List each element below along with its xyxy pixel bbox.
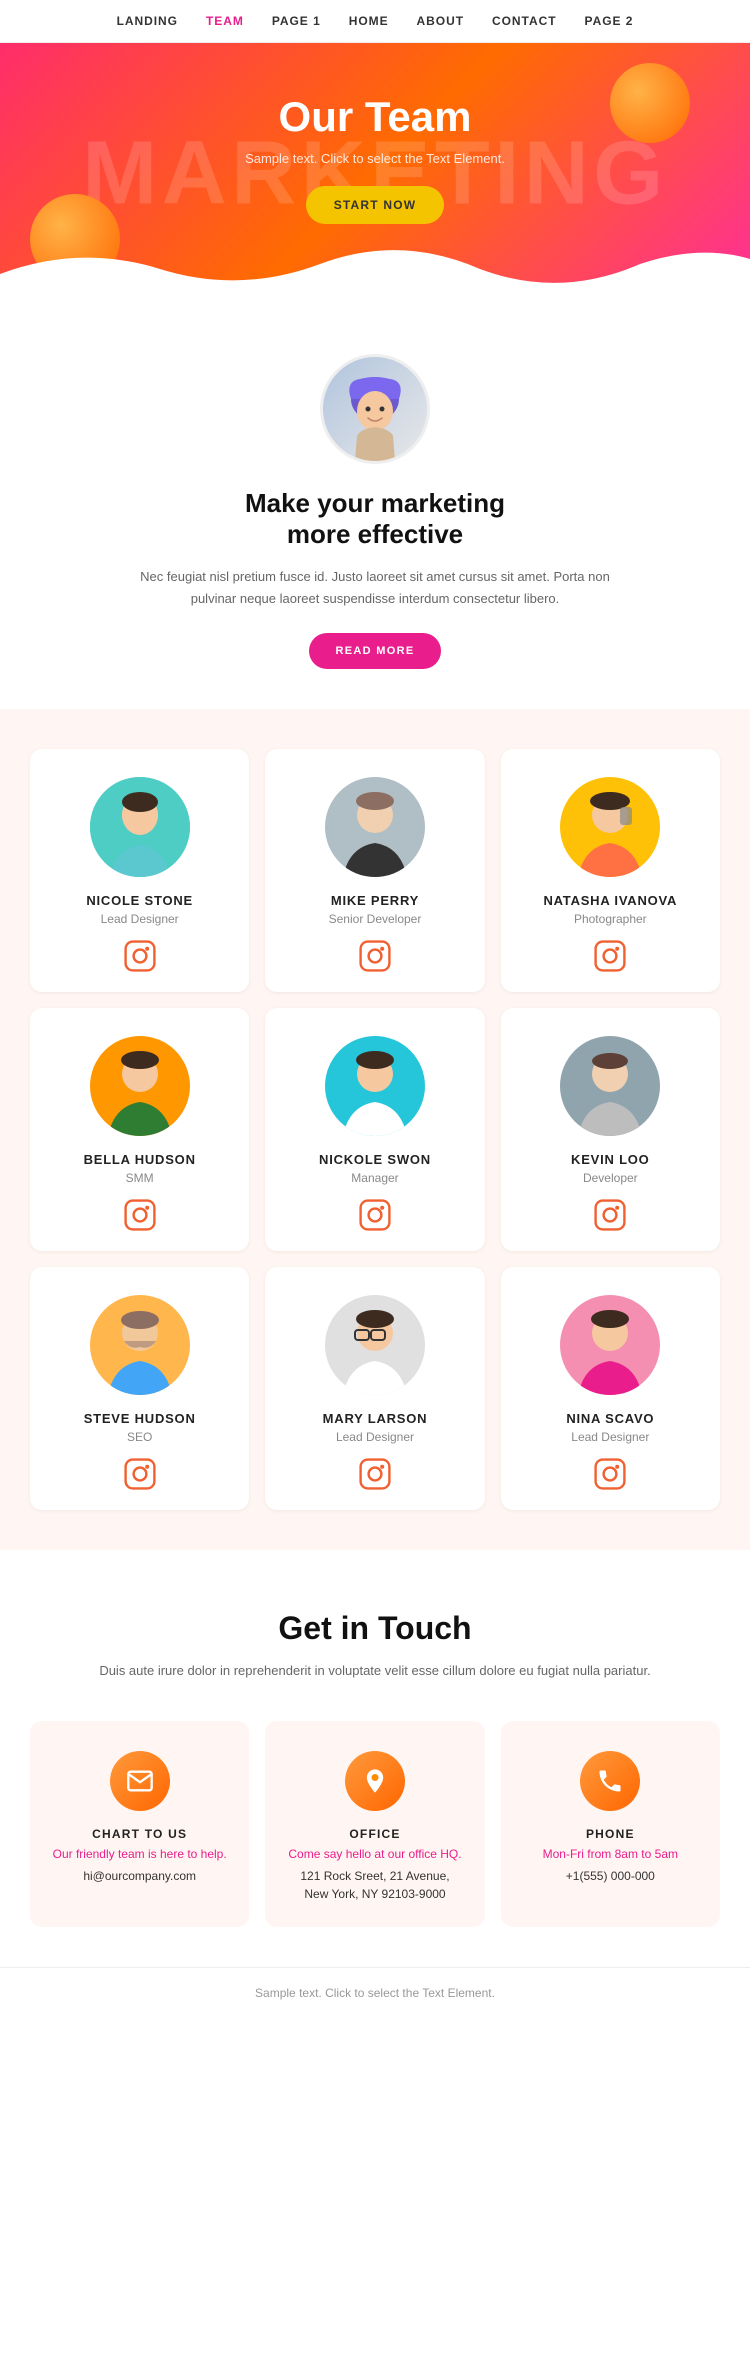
team-card-natasha: NATASHA IVANOVA Photographer: [501, 749, 720, 992]
team-role-mike: Senior Developer: [329, 912, 422, 926]
nav-page1[interactable]: PAGE 1: [272, 14, 321, 28]
team-role-nicole: Lead Designer: [101, 912, 179, 926]
team-role-mary: Lead Designer: [336, 1430, 414, 1444]
contact-grid: CHART TO US Our friendly team is here to…: [30, 1721, 720, 1927]
team-photo-nicole: [90, 777, 190, 877]
team-role-nickole: Manager: [351, 1171, 398, 1185]
navigation: LANDING TEAM PAGE 1 HOME ABOUT CONTACT P…: [0, 0, 750, 43]
team-photo-nina: [560, 1295, 660, 1395]
footer: Sample text. Click to select the Text El…: [0, 1967, 750, 2018]
contact-icon-mail-wrap: [110, 1751, 170, 1811]
nav-landing[interactable]: LANDING: [117, 14, 178, 28]
nav-about[interactable]: ABOUT: [417, 14, 464, 28]
contact-card-phone: PHONE Mon-Fri from 8am to 5am +1(555) 00…: [501, 1721, 720, 1927]
team-photo-natasha: [560, 777, 660, 877]
team-name-steve: STEVE HUDSON: [84, 1411, 196, 1426]
team-card-bella: BELLA HUDSON SMM: [30, 1008, 249, 1251]
contact-tagline-office: Come say hello at our office HQ.: [288, 1847, 461, 1861]
instagram-icon-natasha[interactable]: [594, 940, 626, 972]
contact-title-office: OFFICE: [349, 1827, 400, 1841]
team-role-steve: SEO: [127, 1430, 152, 1444]
team-photo-kevin: [560, 1036, 660, 1136]
team-card-nicole: NICOLE STONE Lead Designer: [30, 749, 249, 992]
instagram-icon-nickole[interactable]: [359, 1199, 391, 1231]
contact-section: Get in Touch Duis aute irure dolor in re…: [0, 1550, 750, 1968]
instagram-icon-steve[interactable]: [124, 1458, 156, 1490]
team-card-nina: NINA SCAVO Lead Designer: [501, 1267, 720, 1510]
location-icon: [361, 1767, 389, 1795]
team-role-kevin: Developer: [583, 1171, 638, 1185]
contact-icon-location-wrap: [345, 1751, 405, 1811]
contact-heading: Get in Touch: [30, 1610, 720, 1647]
intro-avatar: [320, 354, 430, 464]
team-grid: NICOLE STONE Lead Designer MIKE PERRY Se…: [30, 749, 720, 1510]
intro-section: Make your marketing more effective Nec f…: [0, 304, 750, 709]
hero-subtitle: Sample text. Click to select the Text El…: [245, 151, 505, 166]
team-photo-mike: [325, 777, 425, 877]
team-card-steve: STEVE HUDSON SEO: [30, 1267, 249, 1510]
team-name-mike: MIKE PERRY: [331, 893, 419, 908]
team-card-mary: MARY LARSON Lead Designer: [265, 1267, 484, 1510]
team-name-nickole: NICKOLE SWON: [319, 1152, 431, 1167]
nav-contact[interactable]: CONTACT: [492, 14, 557, 28]
instagram-icon-mary[interactable]: [359, 1458, 391, 1490]
contact-title-chat: CHART TO US: [92, 1827, 187, 1841]
team-photo-mary: [325, 1295, 425, 1395]
contact-tagline-phone: Mon-Fri from 8am to 5am: [543, 1847, 678, 1861]
team-name-kevin: KEVIN LOO: [571, 1152, 650, 1167]
team-photo-steve: [90, 1295, 190, 1395]
phone-icon: [596, 1767, 624, 1795]
instagram-icon-kevin[interactable]: [594, 1199, 626, 1231]
nav-home[interactable]: HOME: [349, 14, 389, 28]
instagram-icon-bella[interactable]: [124, 1199, 156, 1231]
contact-tagline-chat: Our friendly team is here to help.: [53, 1847, 227, 1861]
nav-page2[interactable]: PAGE 2: [585, 14, 634, 28]
team-role-natasha: Photographer: [574, 912, 647, 926]
orb-right: [610, 63, 690, 143]
contact-detail-phone: +1(555) 000-000: [566, 1867, 655, 1885]
contact-detail-office: 121 Rock Sreet, 21 Avenue, New York, NY …: [300, 1867, 449, 1903]
hero-cta-button[interactable]: START NOW: [306, 186, 445, 224]
intro-body: Nec feugiat nisl pretium fusce id. Justo…: [120, 566, 630, 610]
team-photo-nickole: [325, 1036, 425, 1136]
team-card-nickole: NICKOLE SWON Manager: [265, 1008, 484, 1251]
team-card-kevin: KEVIN LOO Developer: [501, 1008, 720, 1251]
team-role-bella: SMM: [126, 1171, 154, 1185]
team-card-mike: MIKE PERRY Senior Developer: [265, 749, 484, 992]
team-role-nina: Lead Designer: [571, 1430, 649, 1444]
contact-card-chat: CHART TO US Our friendly team is here to…: [30, 1721, 249, 1927]
team-name-nina: NINA SCAVO: [566, 1411, 654, 1426]
hero-section: MARKETING Our Team Sample text. Click to…: [0, 43, 750, 304]
instagram-icon-nina[interactable]: [594, 1458, 626, 1490]
intro-heading: Make your marketing more effective: [120, 488, 630, 550]
team-name-nicole: NICOLE STONE: [86, 893, 193, 908]
hero-title: Our Team: [279, 93, 472, 141]
instagram-icon-nicole[interactable]: [124, 940, 156, 972]
team-name-mary: MARY LARSON: [323, 1411, 428, 1426]
team-section: NICOLE STONE Lead Designer MIKE PERRY Se…: [0, 709, 750, 1550]
team-name-natasha: NATASHA IVANOVA: [543, 893, 677, 908]
nav-team[interactable]: TEAM: [206, 14, 244, 28]
contact-detail-chat: hi@ourcompany.com: [83, 1867, 196, 1885]
footer-text: Sample text. Click to select the Text El…: [255, 1986, 495, 2000]
mail-icon: [126, 1767, 154, 1795]
team-photo-bella: [90, 1036, 190, 1136]
contact-title-phone: PHONE: [586, 1827, 635, 1841]
contact-card-office: OFFICE Come say hello at our office HQ. …: [265, 1721, 484, 1927]
hero-wave: [0, 244, 750, 304]
contact-icon-phone-wrap: [580, 1751, 640, 1811]
instagram-icon-mike[interactable]: [359, 940, 391, 972]
contact-subtitle: Duis aute irure dolor in reprehenderit i…: [30, 1661, 720, 1682]
team-name-bella: BELLA HUDSON: [84, 1152, 196, 1167]
read-more-button[interactable]: READ MORE: [309, 633, 440, 669]
